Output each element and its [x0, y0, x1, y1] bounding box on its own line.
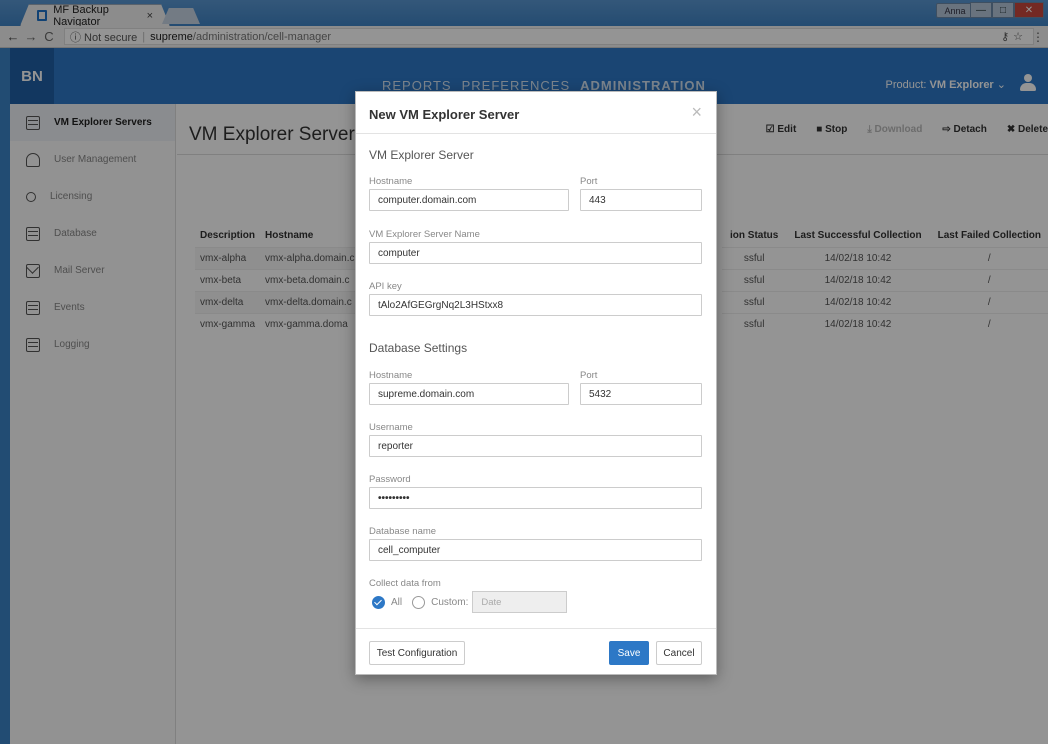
vm-port-input[interactable]: 443 — [580, 189, 702, 211]
date-input[interactable]: Date — [472, 591, 568, 613]
vm-name-label: VM Explorer Server Name — [369, 229, 480, 240]
database-name-input[interactable]: cell_computer — [369, 539, 702, 561]
db-hostname-input[interactable]: supreme.domain.com — [369, 383, 569, 405]
db-hostname-label: Hostname — [369, 370, 413, 381]
new-server-dialog: New VM Explorer Server × VM Explorer Ser… — [355, 91, 717, 675]
save-button[interactable]: Save — [609, 641, 649, 665]
cancel-button[interactable]: Cancel — [656, 641, 702, 665]
test-configuration-button[interactable]: Test Configuration — [369, 641, 465, 665]
close-icon[interactable]: × — [691, 102, 702, 123]
api-key-input[interactable]: tAlo2AfGEGrgNq2L3HStxx8 — [369, 294, 702, 316]
collect-options: All Custom: Date — [372, 591, 568, 613]
radio-all[interactable] — [372, 595, 385, 609]
vm-hostname-input[interactable]: computer.domain.com — [369, 189, 569, 211]
db-section-heading: Database Settings — [369, 341, 468, 355]
db-port-input[interactable]: 5432 — [580, 383, 702, 405]
collect-label: Collect data from — [369, 578, 441, 589]
username-input[interactable]: reporter — [369, 435, 702, 457]
vm-section-heading: VM Explorer Server — [369, 148, 474, 162]
vm-name-input[interactable]: computer — [369, 242, 702, 264]
dialog-title: New VM Explorer Server — [369, 107, 520, 122]
divider — [356, 628, 716, 629]
radio-all-label: All — [391, 596, 403, 608]
password-label: Password — [369, 474, 411, 485]
db-port-label: Port — [580, 370, 598, 381]
password-input[interactable]: ••••••••• — [369, 487, 702, 509]
api-key-label: API key — [369, 281, 402, 292]
vm-hostname-label: Hostname — [369, 176, 413, 187]
database-name-label: Database name — [369, 526, 437, 537]
radio-custom[interactable] — [412, 595, 426, 609]
vm-port-label: Port — [580, 176, 598, 187]
radio-custom-label: Custom: — [431, 596, 469, 608]
username-label: Username — [369, 422, 413, 433]
